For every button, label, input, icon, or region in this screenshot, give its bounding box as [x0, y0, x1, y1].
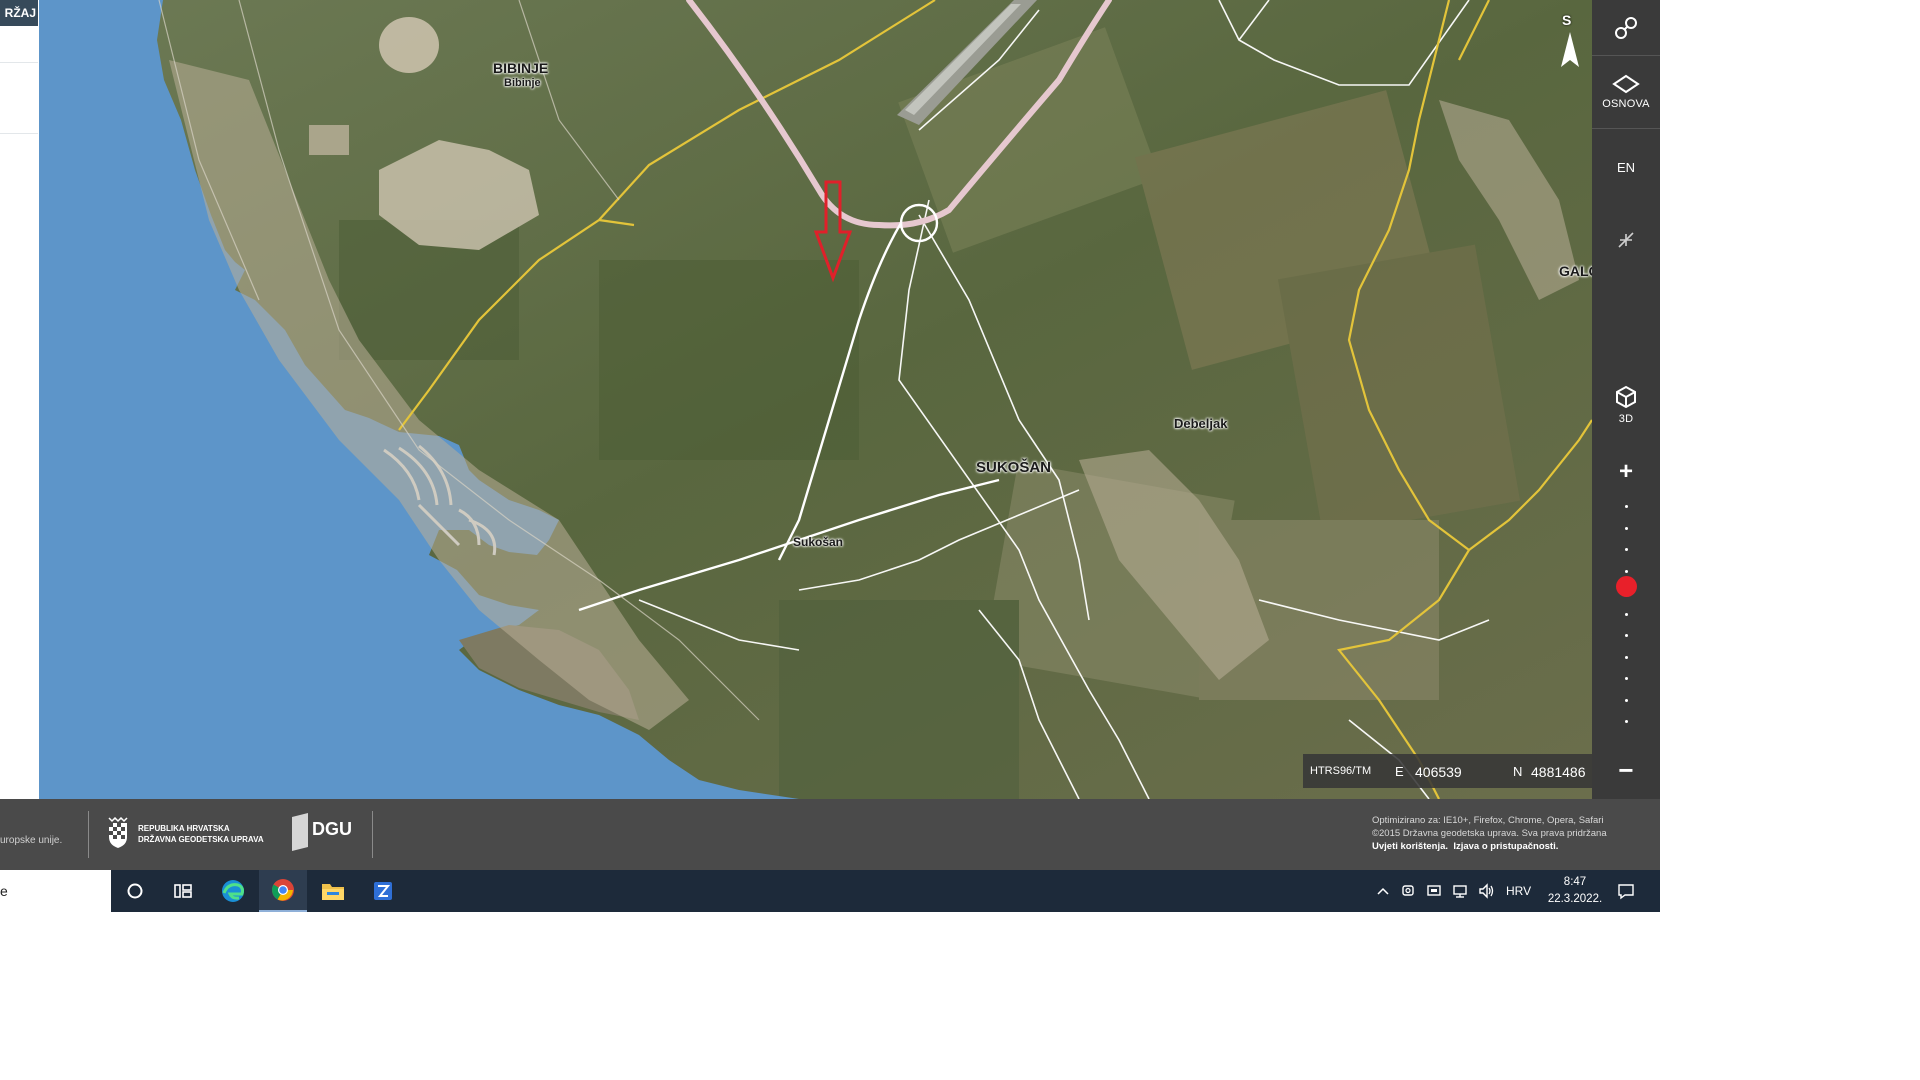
place-label-sukosan: SUKOŠAN: [976, 459, 1052, 476]
place-label-galovac: GALOVAC: [1559, 263, 1592, 279]
chevron-up-icon[interactable]: [1376, 886, 1390, 896]
eu-funding-text: uropske unije.: [0, 835, 63, 846]
place-label-bibinje: BIBINJE: [493, 60, 549, 76]
place-label-sukosan-village: Sukošan: [793, 535, 844, 549]
accessibility-statement-link[interactable]: Izjava o pristupačnosti.: [1453, 841, 1558, 852]
zoom-level-dot[interactable]: [1625, 569, 1628, 573]
dgu-logo[interactable]: DGU: [312, 819, 352, 840]
northing-label: N: [1513, 764, 1523, 779]
footer-legal: Optimizirano za: IE10+, Firefox, Chrome,…: [1372, 814, 1607, 853]
network-adapter-icon[interactable]: [1426, 883, 1442, 899]
coordinate-readout[interactable]: HTRS96/TM E 406539 N 4881486: [1303, 754, 1592, 788]
zoom-level-dot[interactable]: [1625, 698, 1628, 702]
zoom-slider[interactable]: [1592, 505, 1660, 735]
task-view-icon[interactable]: [159, 870, 207, 912]
cube-icon: [1616, 385, 1636, 409]
base-layer-label: OSNOVA: [1602, 98, 1650, 110]
taskbar-clock[interactable]: 8:47 22.3.2022.: [1540, 874, 1610, 908]
footer-divider: [372, 811, 373, 858]
zoom-level-dot[interactable]: [1625, 720, 1628, 723]
ministry-name-line2: DRŽAVNA GEODETSKA UPRAVA: [138, 835, 264, 844]
zoom-level-dot[interactable]: [1625, 505, 1628, 508]
language-label: EN: [1616, 160, 1636, 175]
clock-time: 8:47: [1563, 876, 1587, 888]
place-label-debeljak: Debeljak: [1174, 416, 1228, 431]
screenshot: RŽAJ BIBINJE Bibinje SUKOŠAN Sukošan Deb…: [0, 0, 1920, 1080]
map-toolbar: OSNOVA EN 3D + −: [1592, 0, 1660, 799]
projection-label: HTRS96/TM: [1310, 765, 1372, 777]
left-panel-row[interactable]: [0, 26, 38, 63]
app-icon[interactable]: [359, 870, 407, 912]
tools-button[interactable]: [1592, 0, 1660, 55]
clock-date: 22.3.2022.: [1547, 893, 1603, 905]
left-panel: RŽAJ: [0, 0, 40, 799]
notifications-icon[interactable]: [1604, 870, 1648, 912]
zoom-level-dot[interactable]: [1625, 612, 1628, 616]
zoom-in-button[interactable]: +: [1592, 452, 1660, 492]
collapse-button[interactable]: [1592, 212, 1660, 267]
zoom-level-dot[interactable]: [1625, 548, 1628, 551]
left-panel-row[interactable]: [0, 63, 38, 134]
windows-taskbar: e HRV 8:47 22.3.2022.: [0, 870, 1660, 912]
base-layer-button[interactable]: OSNOVA: [1592, 56, 1660, 128]
satellite-imagery: [39, 0, 1592, 799]
taskbar-search-text: e: [0, 883, 8, 899]
site-footer: uropske unije. REPUBLIKA HRVATSKA DRŽAVN…: [0, 799, 1660, 870]
chrome-icon[interactable]: [259, 870, 307, 912]
left-panel-header-label: RŽAJ: [4, 6, 36, 20]
easting-value: 406539: [1415, 764, 1462, 780]
zoom-level-dot[interactable]: [1625, 655, 1628, 659]
browser-support-text: Optimizirano za: IE10+, Firefox, Chrome,…: [1372, 815, 1604, 826]
cortana-icon[interactable]: [111, 870, 159, 912]
zoom-level-dot[interactable]: [1625, 526, 1628, 530]
view-3d-button[interactable]: 3D: [1592, 375, 1660, 435]
ministry-name-line1: REPUBLIKA HRVATSKA: [138, 824, 230, 833]
language-button[interactable]: EN: [1592, 140, 1660, 195]
zoom-level-dot[interactable]: [1625, 634, 1628, 637]
file-explorer-icon[interactable]: [309, 870, 357, 912]
zoom-slider-knob[interactable]: [1616, 575, 1637, 597]
edge-icon[interactable]: [209, 870, 257, 912]
collapse-icon: [1618, 231, 1634, 248]
volume-icon[interactable]: [1478, 883, 1496, 899]
webcam-icon[interactable]: [1400, 883, 1416, 899]
copyright-text: ©2015 Državna geodetska uprava. Sva prav…: [1372, 828, 1607, 839]
easting-label: E: [1395, 764, 1404, 779]
croatian-coat-of-arms-icon: [108, 817, 128, 848]
zoom-out-icon: −: [1618, 754, 1634, 785]
terms-of-use-link[interactable]: Uvjeti korištenja.: [1372, 841, 1448, 852]
view-3d-label: 3D: [1618, 413, 1634, 425]
layers-icon: [1612, 74, 1640, 94]
taskbar-search-box[interactable]: e: [0, 870, 111, 912]
system-tray: HRV: [1376, 870, 1531, 912]
ministry-name: REPUBLIKA HRVATSKA DRŽAVNA GEODETSKA UPR…: [138, 823, 264, 845]
zoom-level-dot[interactable]: [1625, 677, 1628, 680]
zoom-in-icon: +: [1618, 458, 1633, 485]
network-icon[interactable]: [1452, 883, 1468, 899]
dgu-logo-mark: [292, 813, 308, 851]
northing-value: 4881486: [1531, 764, 1586, 780]
zoom-out-button[interactable]: −: [1592, 750, 1660, 790]
north-arrow[interactable]: S: [1555, 12, 1585, 72]
input-language[interactable]: HRV: [1506, 884, 1531, 898]
map-view[interactable]: BIBINJE Bibinje SUKOŠAN Sukošan Debeljak…: [39, 0, 1592, 799]
north-arrow-label: S: [1562, 12, 1572, 28]
tools-icon: [1615, 16, 1637, 39]
footer-divider: [88, 811, 89, 858]
place-label-bibinje-small: Bibinje: [504, 77, 541, 89]
left-panel-header[interactable]: RŽAJ: [0, 0, 38, 26]
